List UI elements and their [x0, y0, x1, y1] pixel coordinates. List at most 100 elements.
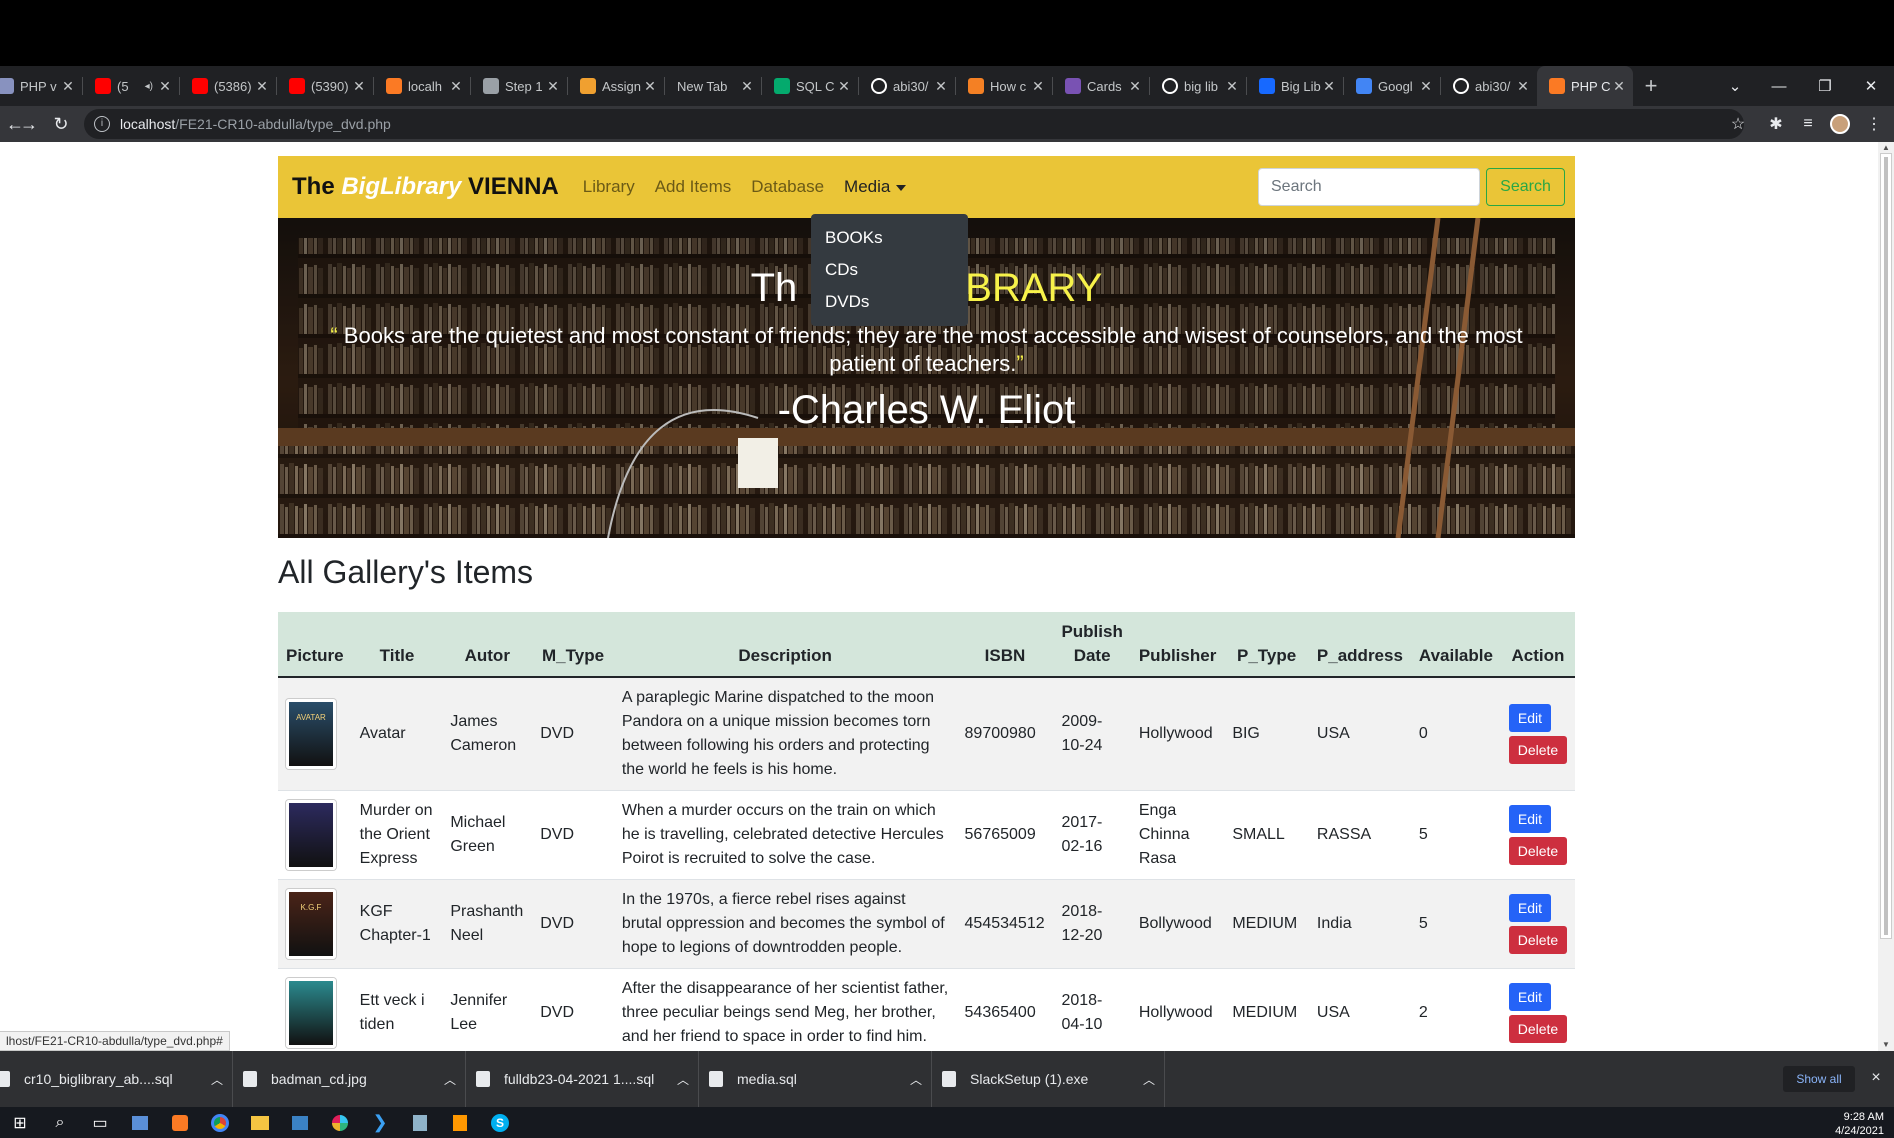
url-host: localhost — [120, 116, 176, 132]
edit-button[interactable]: Edit — [1508, 983, 1551, 1011]
tab-close-icon[interactable]: ✕ — [1418, 78, 1434, 95]
tab-search-icon[interactable]: ⌄ — [1712, 66, 1758, 106]
browser-tab[interactable]: localh ✕ — [374, 66, 470, 106]
chrome-icon[interactable] — [200, 1107, 240, 1138]
profile-avatar[interactable] — [1824, 106, 1856, 142]
site-info-icon[interactable]: i — [94, 116, 110, 132]
browser-tab[interactable]: Step 1 ✕ — [471, 66, 567, 106]
search-input[interactable]: Search — [1258, 168, 1480, 206]
browser-tab[interactable]: abi30/✕ — [1441, 66, 1537, 106]
scrollbar-thumb[interactable] — [1881, 154, 1891, 938]
browser-tab[interactable]: How c ✕ — [956, 66, 1052, 106]
sublime-icon[interactable] — [440, 1107, 480, 1138]
bookmark-star-icon[interactable]: ☆ — [1722, 106, 1754, 142]
tab-close-icon[interactable]: ✕ — [1321, 78, 1337, 95]
browser-tab[interactable]: Assign ✕ — [568, 66, 664, 106]
tab-close-icon[interactable]: ✕ — [545, 78, 561, 95]
close-downloads-icon[interactable]: × — [1866, 1068, 1886, 1088]
chevron-up-icon[interactable]: ︿ — [901, 1071, 931, 1088]
task-view-icon[interactable]: ▭ — [80, 1107, 120, 1138]
hero-quote: “ Books are the quietest and most consta… — [298, 322, 1555, 378]
audio-playing-icon[interactable]: ◂) — [145, 81, 153, 92]
slack-icon[interactable] — [320, 1107, 360, 1138]
restore-window-icon[interactable]: ❐ — [1802, 66, 1848, 106]
new-tab-button[interactable]: + — [1633, 66, 1669, 106]
browser-tab[interactable]: abi30/✕ — [859, 66, 955, 106]
search-button[interactable]: Search — [1486, 168, 1565, 206]
show-all-button[interactable]: Show all — [1783, 1066, 1855, 1092]
tab-close-icon[interactable]: ✕ — [254, 78, 270, 95]
search-icon[interactable]: ⌕ — [40, 1107, 80, 1138]
browser-tab[interactable]: PHP v ✕ — [0, 66, 82, 106]
file-explorer-icon[interactable] — [240, 1107, 280, 1138]
vscode-icon[interactable]: ❯ — [360, 1107, 400, 1138]
reload-icon[interactable]: ↻ — [46, 109, 76, 139]
page-scrollbar[interactable]: ▲ ▼ — [1878, 142, 1894, 1051]
browser-tab[interactable]: PHP C ✕ — [1537, 66, 1633, 106]
browser-menu-icon[interactable]: ⋮ — [1858, 106, 1890, 142]
site-brand[interactable]: The BigLibrary VIENNA — [292, 173, 559, 201]
dropdown-item-books[interactable]: BOOKs — [811, 222, 968, 254]
nav-link-library[interactable]: Library — [583, 177, 635, 197]
chevron-up-icon[interactable]: ︿ — [435, 1071, 465, 1088]
tab-close-icon[interactable]: ✕ — [836, 78, 852, 95]
delete-button[interactable]: Delete — [1508, 837, 1567, 865]
browser-tab[interactable]: Googl ✕ — [1344, 66, 1440, 106]
address-bar[interactable]: i localhost/FE21-CR10-abdulla/type_dvd.p… — [84, 109, 1744, 139]
app-icon-1[interactable] — [120, 1107, 160, 1138]
nav-link-add-items[interactable]: Add Items — [655, 177, 732, 197]
tab-close-icon[interactable]: ✕ — [157, 78, 173, 95]
browser-tab[interactable]: (5 ◂) ✕ — [83, 66, 179, 106]
chevron-up-icon[interactable]: ︿ — [1134, 1071, 1164, 1088]
browser-tab[interactable]: (5386) ✕ — [180, 66, 276, 106]
windows-start-icon[interactable]: ⊞ — [0, 1107, 40, 1138]
chevron-up-icon[interactable]: ︿ — [202, 1071, 232, 1088]
download-item[interactable]: fulldb23-04-2021 1....sql ︿ — [466, 1051, 699, 1107]
skype-icon[interactable]: S — [480, 1107, 520, 1138]
tab-close-icon[interactable]: ✕ — [1224, 78, 1240, 95]
nav-link-database[interactable]: Database — [751, 177, 824, 197]
browser-tab[interactable]: Big Lib ✕ — [1247, 66, 1343, 106]
browser-tab[interactable]: (5390) ✕ — [277, 66, 373, 106]
browser-tab[interactable]: Cards ✕ — [1053, 66, 1149, 106]
download-item[interactable]: media.sql ︿ — [699, 1051, 932, 1107]
tab-close-icon[interactable]: ✕ — [1611, 78, 1627, 95]
download-item[interactable]: SlackSetup (1).exe ︿ — [932, 1051, 1165, 1107]
download-item[interactable]: badman_cd.jpg ︿ — [233, 1051, 466, 1107]
nav-dropdown-media[interactable]: Media — [844, 177, 907, 197]
download-item[interactable]: cr10_biglibrary_ab....sql ︿ — [0, 1051, 233, 1107]
tab-close-icon[interactable]: ✕ — [448, 78, 464, 95]
delete-button[interactable]: Delete — [1508, 736, 1567, 764]
scroll-up-icon[interactable]: ▲ — [1878, 142, 1894, 154]
chevron-up-icon[interactable]: ︿ — [668, 1071, 698, 1088]
extensions-icon[interactable]: ✱ — [1760, 106, 1792, 142]
browser-tab[interactable]: big lib ✕ — [1150, 66, 1246, 106]
delete-button[interactable]: Delete — [1508, 926, 1567, 954]
edit-button[interactable]: Edit — [1508, 805, 1551, 833]
tab-close-icon[interactable]: ✕ — [351, 78, 367, 95]
tab-close-icon[interactable]: ✕ — [1127, 78, 1143, 95]
tab-close-icon[interactable]: ✕ — [739, 78, 755, 95]
taskbar-clock[interactable]: 9:28 AM 4/24/2021 — [1835, 1110, 1884, 1138]
xampp-icon[interactable] — [160, 1107, 200, 1138]
dropdown-item-cds[interactable]: CDs — [811, 254, 968, 286]
edit-button[interactable]: Edit — [1508, 894, 1551, 922]
browser-tab[interactable]: New Tab ✕ — [665, 66, 761, 106]
tab-close-icon[interactable]: ✕ — [1030, 78, 1046, 95]
scroll-down-icon[interactable]: ▼ — [1878, 1039, 1894, 1051]
table-row: Ett veck i tiden Jennifer Lee DVD After the… — [278, 968, 1575, 1051]
tab-close-icon[interactable]: ✕ — [1515, 78, 1531, 95]
edit-button[interactable]: Edit — [1508, 704, 1551, 732]
app-icon-2[interactable] — [280, 1107, 320, 1138]
tab-close-icon[interactable]: ✕ — [933, 78, 949, 95]
reading-list-icon[interactable]: ≡ — [1792, 106, 1824, 142]
browser-tab[interactable]: SQL C ✕ — [762, 66, 858, 106]
forward-arrow-icon[interactable]: → — [14, 109, 44, 139]
close-window-icon[interactable]: ✕ — [1848, 66, 1894, 106]
delete-button[interactable]: Delete — [1508, 1015, 1567, 1043]
tab-close-icon[interactable]: ✕ — [60, 78, 76, 95]
minimize-window-icon[interactable]: — — [1756, 66, 1802, 106]
tab-close-icon[interactable]: ✕ — [642, 78, 658, 95]
app-icon-3[interactable] — [400, 1107, 440, 1138]
dropdown-item-dvds[interactable]: DVDs — [811, 286, 968, 318]
